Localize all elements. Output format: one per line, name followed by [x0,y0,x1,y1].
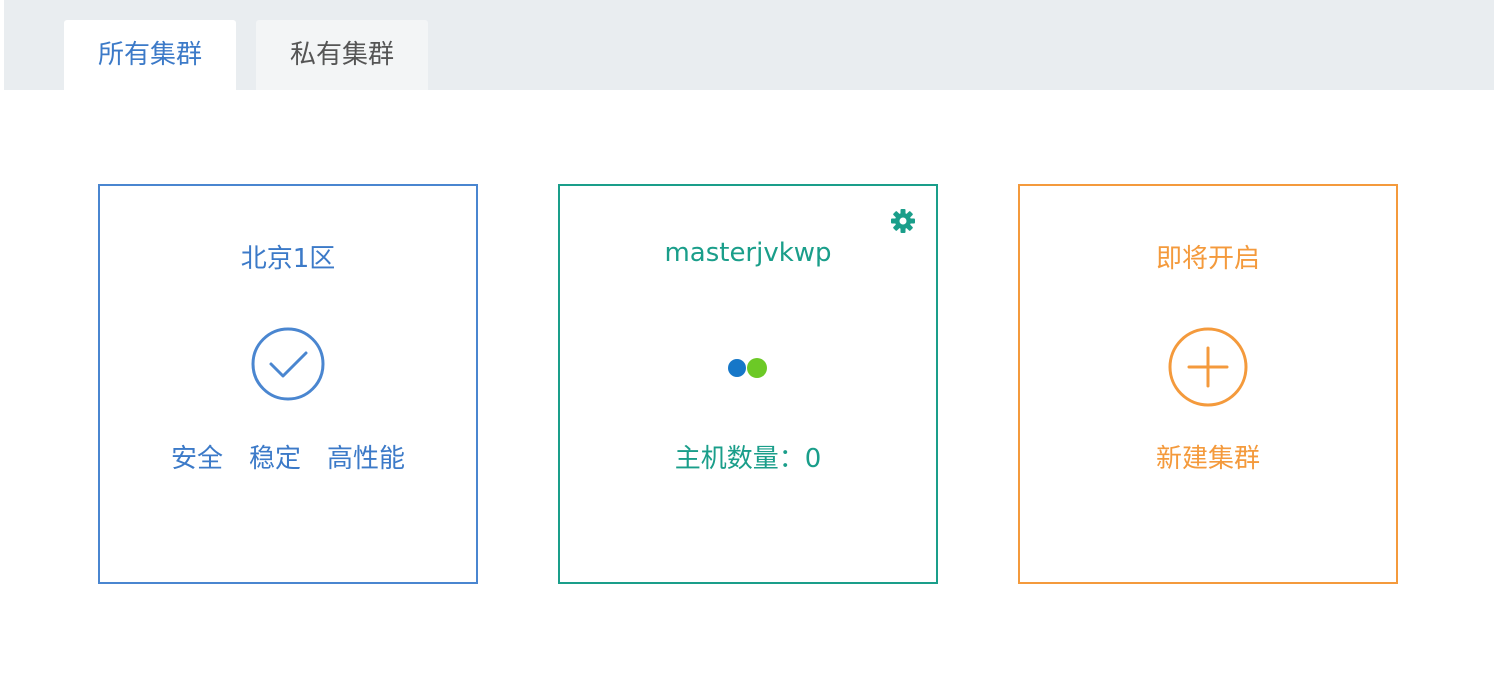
tab-bar: 所有集群 私有集群 [4,0,1494,90]
gear-icon[interactable] [890,208,916,234]
region-features: 安全 稳定 高性能 [100,438,476,475]
host-count: 主机数量：0 [560,438,936,475]
host-count-value: 0 [804,444,822,474]
cluster-card[interactable]: masterjvkwp 主机数量：0 [558,184,938,584]
coming-soon-title: 即将开启 [1155,244,1260,274]
tab-all-clusters[interactable]: 所有集群 [64,20,236,90]
tab-private-clusters[interactable]: 私有集群 [256,20,428,90]
new-cluster-button[interactable]: 新建集群 [1020,438,1396,475]
feature-label: 高性能 [327,444,406,474]
new-cluster-card[interactable]: 即将开启 新建集群 [1018,184,1398,584]
cluster-name[interactable]: masterjvkwp [560,238,936,268]
plus-circle-icon[interactable] [1167,326,1249,408]
feature-label: 稳定 [248,444,301,474]
host-count-label: 主机数量： [674,444,805,474]
feature-label: 安全 [170,444,223,474]
check-circle-icon [251,327,325,401]
two-dots-icon [728,358,767,378]
region-title: 北京1区 [240,244,336,274]
cluster-panel: 北京1区 安全 稳定 高性能 masterjvkwp 主机数量：0 即将开启 新… [4,90,1494,678]
region-card[interactable]: 北京1区 安全 稳定 高性能 [98,184,478,584]
